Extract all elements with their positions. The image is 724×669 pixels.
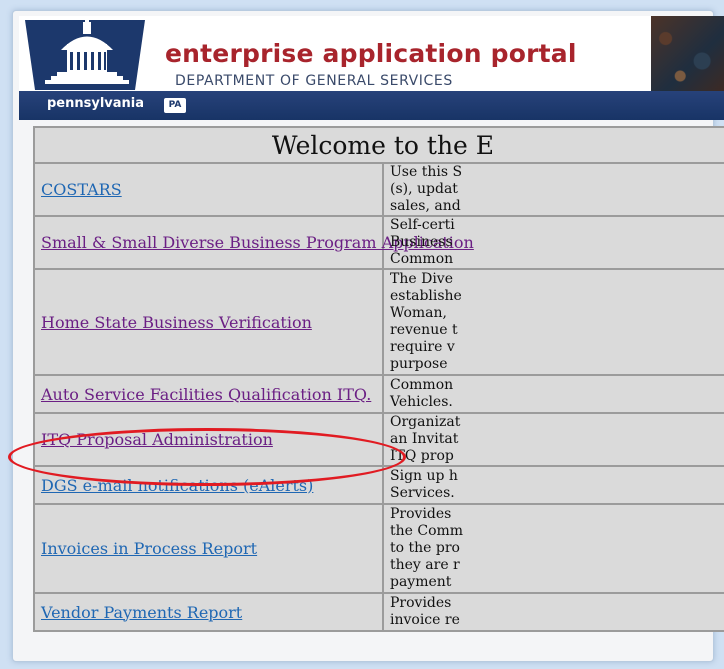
- invoices-in-process-link[interactable]: Invoices in Process Report: [41, 539, 257, 558]
- row-description: Common Vehicles.: [384, 376, 724, 412]
- row-description: Sign up h Services.: [384, 467, 724, 503]
- row-description: The Dive establishe Woman, revenue t req…: [384, 270, 724, 374]
- costars-link[interactable]: COSTARS: [41, 180, 122, 199]
- home-state-business-link[interactable]: Home State Business Verification: [41, 313, 312, 332]
- state-nav-bar: pennsylvania PA: [19, 91, 724, 120]
- applications-table: Welcome to the E COSTARS Use this S (s),…: [33, 126, 724, 632]
- welcome-heading: Welcome to the E: [35, 128, 724, 162]
- table-row: Auto Service Facilities Qualification IT…: [35, 376, 724, 412]
- table-row: Invoices in Process Report Provides the …: [35, 505, 724, 592]
- vendor-payments-link[interactable]: Vendor Payments Report: [41, 603, 242, 622]
- row-description: Provides the Comm to the pro they are r …: [384, 505, 724, 592]
- table-row: Home State Business Verification The Div…: [35, 270, 724, 374]
- department-name: DEPARTMENT OF GENERAL SERVICES: [175, 73, 453, 89]
- table-row: DGS e-mail notifications (eAlerts) Sign …: [35, 467, 724, 503]
- capitol-keystone-logo: [25, 18, 145, 90]
- row-description: Use this S (s), updat sales, and: [384, 164, 724, 215]
- table-row: Small & Small Diverse Business Program A…: [35, 217, 724, 268]
- pennsylvania-label: pennsylvania: [47, 96, 145, 111]
- row-description: Provides invoice re: [384, 594, 724, 630]
- header-photo: [651, 16, 724, 91]
- table-row: Vendor Payments Report Provides invoice …: [35, 594, 724, 630]
- ealerts-link[interactable]: DGS e-mail notifications (eAlerts): [41, 476, 313, 495]
- table-row: ITQ Proposal Administration Organizat an…: [35, 414, 724, 465]
- row-description: Self-certi Business Common: [384, 217, 724, 268]
- pa-keystone-badge: PA: [164, 98, 186, 113]
- portal-banner: enterprise application portal DEPARTMENT…: [19, 16, 724, 91]
- table-row: COSTARS Use this S (s), updat sales, and: [35, 164, 724, 215]
- auto-service-itq-link[interactable]: Auto Service Facilities Qualification IT…: [41, 385, 371, 404]
- itq-proposal-admin-link[interactable]: ITQ Proposal Administration: [41, 430, 273, 449]
- portal-title: enterprise application portal: [165, 39, 577, 68]
- row-description: Organizat an Invitat ITQ prop: [384, 414, 724, 465]
